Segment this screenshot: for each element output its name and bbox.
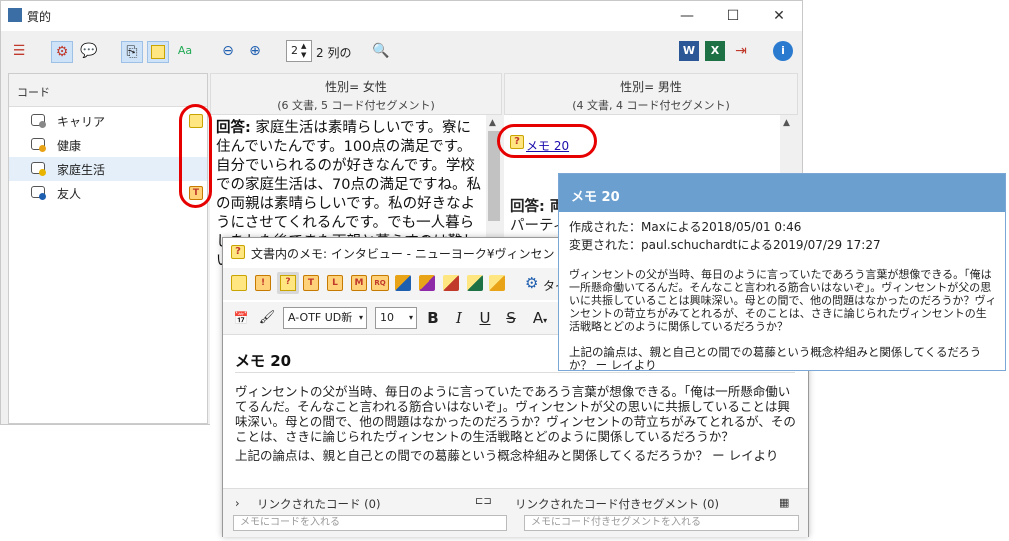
divider [235, 372, 795, 373]
memo-color-yellow-red-icon[interactable] [443, 275, 459, 291]
code-input[interactable]: メモにコードを入れる [233, 515, 507, 531]
app-icon [8, 8, 22, 22]
memo-yellow-icon[interactable] [147, 41, 169, 63]
bold-icon[interactable]: B [423, 308, 443, 328]
search-icon[interactable]: 🔍 [371, 41, 391, 61]
memo-type-plain-icon[interactable] [231, 275, 247, 291]
linked-segments-label: リンクされたコード付きセグメント (0) [515, 497, 719, 511]
minimize-button[interactable]: — [664, 1, 710, 31]
toolbar: ☰ ⚙ 💬 ⎘ Aa ⊖ ⊕ 2 ▲ ▼ 2 列の 🔍 W X ⇥ i [1, 31, 802, 73]
columns-value: 2 [291, 44, 298, 57]
font-select[interactable]: A-OTF UD新 ▾ [283, 307, 367, 329]
underline-icon[interactable]: U [475, 308, 495, 328]
tooltip-body-2: 上記の論点は、親と自己との間での葛藤という概念枠組みと関係してくるだろうか？ ー… [569, 345, 982, 372]
annotation-oval-codes [179, 104, 212, 208]
memo-bubble-icon[interactable]: 💬 [79, 41, 99, 61]
memo-type-t-icon[interactable]: T [303, 275, 319, 291]
memo-tooltip: メモ 20 作成された：Maxによる2018/05/01 0:46 変更された：… [558, 173, 1006, 372]
memo-color-yellow-green-icon[interactable] [467, 275, 483, 291]
segments-grid-icon[interactable]: ▦ [779, 496, 789, 509]
column-title: 性別= 女性 [325, 80, 387, 94]
memo-type-l-icon[interactable]: L [327, 275, 343, 291]
list-icon[interactable]: ☰ [9, 41, 29, 61]
chevron-down-icon: ▾ [358, 313, 363, 322]
column-header-female: 性別= 女性 (6 文書, 5 コード付セグメント) [210, 73, 502, 115]
segment-input[interactable]: メモにコード付きセグメントを入れる [524, 515, 799, 531]
column-title: 性別= 男性 [620, 80, 682, 94]
font-size-select[interactable]: 10 ▾ [375, 307, 417, 329]
code-color-dot [39, 169, 46, 176]
font-size-icon[interactable]: Aa [175, 41, 195, 61]
memo-type-m-icon[interactable]: M [351, 275, 367, 291]
code-label: 友人 [57, 187, 82, 201]
column-header-male: 性別= 男性 (4 文書, 4 コード付セグメント) [504, 73, 798, 115]
memo-color-orange-blue-icon[interactable] [395, 275, 411, 291]
code-item-health[interactable]: 健康 [9, 133, 207, 157]
font-size: 10 [380, 311, 394, 324]
memo-paragraph-1[interactable]: ヴィンセントの父が当時、毎日のように言っていたであろう言葉が想像できる。「俺は一… [235, 384, 801, 444]
settings-gear-icon[interactable]: ⚙ [525, 274, 538, 292]
answer-prefix: 回答: [216, 120, 251, 136]
code-label: 健康 [57, 139, 82, 153]
column-subtitle: (6 文書, 5 コード付セグメント) [277, 99, 435, 112]
memo-type-rq-icon[interactable]: RQ [371, 275, 389, 291]
window-title: 質的 [27, 10, 52, 24]
code-color-dot [39, 193, 46, 200]
format-brush-icon[interactable]: 🖌 [257, 308, 277, 328]
column-subtitle: (4 文書, 4 コード付セグメント) [572, 99, 730, 112]
codes-toggle-icon[interactable]: ⚙ [51, 41, 73, 63]
spinner-arrows-icon[interactable]: ▲ ▼ [301, 42, 306, 60]
memo-color-orange-purple-icon[interactable] [419, 275, 435, 291]
strikethrough-icon[interactable]: S [501, 308, 521, 328]
memo-heading[interactable]: メモ 20 [235, 350, 291, 371]
code-item-career[interactable]: キャリア [9, 109, 207, 133]
columns-label: 2 列の [316, 46, 352, 60]
zoom-in-icon[interactable]: ⊕ [245, 41, 265, 61]
code-tag-icon: ⊏⊐ [475, 496, 492, 507]
exit-icon[interactable]: ⇥ [731, 41, 751, 61]
dialog-footer: › リンクされたコード (0) ⊏⊐ リンクされたコード付きセグメント (0) … [223, 488, 808, 537]
font-name: A-OTF UD新 [288, 311, 353, 324]
scroll-up-icon[interactable]: ▲ [489, 118, 496, 128]
code-color-dot [39, 145, 46, 152]
memo-color-yellow-orange-icon[interactable] [489, 275, 505, 291]
tooltip-created: 作成された：Maxによる2018/05/01 0:46 [569, 220, 802, 234]
code-panel-header: コード [9, 74, 207, 107]
code-label: 家庭生活 [57, 163, 106, 177]
excel-export-icon[interactable]: X [705, 41, 725, 61]
code-header-label: コード [17, 86, 50, 99]
memo-type-question-icon[interactable]: ? [280, 275, 296, 291]
tooltip-header: メモ 20 [559, 174, 1005, 212]
code-item-friends[interactable]: 友人 T [9, 181, 207, 205]
memo-type-exclamation-icon[interactable]: ! [255, 275, 271, 291]
zoom-out-icon[interactable]: ⊖ [218, 41, 238, 61]
answer-prefix: 回答: 両 [510, 199, 565, 215]
code-item-family[interactable]: 家庭生活 [9, 157, 207, 181]
memo-type-selected[interactable]: ? [277, 272, 299, 294]
word-export-icon[interactable]: W [679, 41, 699, 61]
tooltip-body-1: ヴィンセントの父が当時、毎日のように言っていたであろう言葉が想像できる。「俺は一… [569, 268, 997, 333]
close-button[interactable]: ✕ [756, 1, 802, 31]
memo-paragraph-2[interactable]: 上記の論点は、親と自己との間での葛藤という概念枠組みと関係してくるだろうか？ ー… [235, 448, 801, 463]
font-color-icon[interactable]: A▾ [527, 308, 553, 328]
question-memo-icon: ? [231, 245, 245, 259]
chevron-down-icon: ▾ [408, 313, 413, 322]
calendar-icon[interactable]: 📅 [231, 308, 251, 328]
title-bar: 質的 — ☐ ✕ [1, 1, 802, 31]
code-label: キャリア [57, 115, 106, 129]
tooltip-title: メモ 20 [571, 190, 620, 205]
code-panel: コード キャリア 健康 家庭生活 友人 T [8, 73, 208, 424]
export-doc-icon[interactable]: ⎘ [121, 41, 143, 63]
expand-chevron-icon[interactable]: › [235, 496, 240, 510]
tooltip-modified: 変更された：paul.schuchardtによる2019/07/29 17:27 [569, 238, 881, 252]
linked-codes-label: リンクされたコード (0) [257, 497, 381, 511]
maximize-button[interactable]: ☐ [710, 1, 756, 31]
code-color-dot [39, 121, 46, 128]
italic-icon[interactable]: I [449, 308, 469, 328]
columns-spinner[interactable]: 2 ▲ ▼ [286, 40, 312, 62]
scroll-up-icon[interactable]: ▲ [783, 118, 790, 128]
annotation-oval-memo [497, 124, 597, 158]
info-icon[interactable]: i [773, 41, 793, 61]
